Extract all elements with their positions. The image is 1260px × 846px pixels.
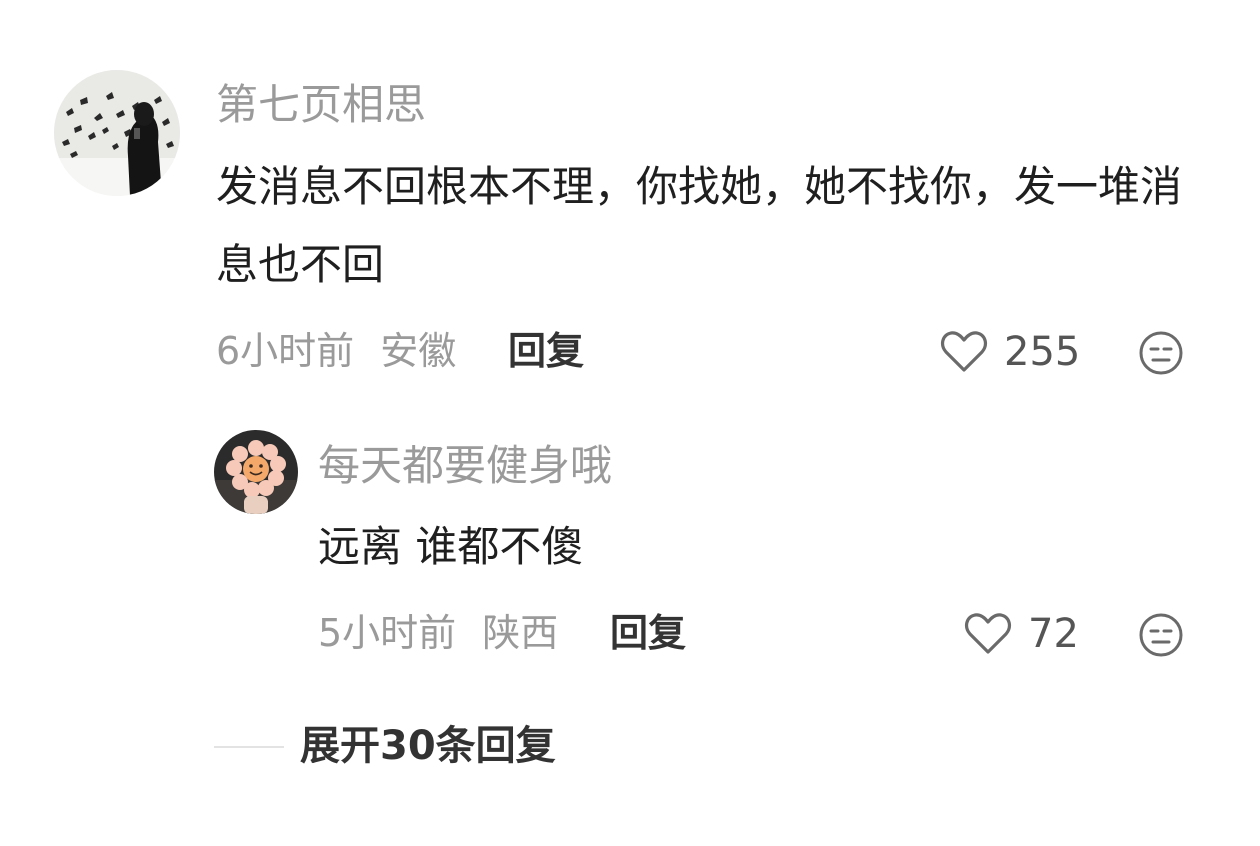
- divider-line: [214, 746, 284, 748]
- heart-outline-icon: [964, 613, 1012, 660]
- reply-button[interactable]: 回复: [508, 328, 584, 374]
- avatar[interactable]: [214, 430, 298, 514]
- comment-time: 6小时前: [216, 329, 355, 373]
- comment-meta: 6小时前 安徽: [216, 328, 456, 374]
- comment-location: 安徽: [380, 329, 457, 373]
- meh-face-icon: [1138, 331, 1184, 380]
- dislike-button[interactable]: [1138, 612, 1184, 662]
- heart-outline-icon: [940, 331, 988, 378]
- like-button[interactable]: [964, 612, 1012, 660]
- expand-replies-button[interactable]: 展开30条回复: [300, 722, 556, 770]
- comment-text: 发消息不回根本不理，你找她，她不找你，发一堆消息也不回: [216, 162, 1183, 289]
- like-count: 72: [1028, 611, 1079, 657]
- avatar[interactable]: [54, 70, 180, 196]
- like-count: 255: [1004, 329, 1081, 375]
- comment-text: 远离 谁都不傻: [318, 522, 584, 571]
- comment-meta: 5小时前 陕西: [318, 610, 558, 656]
- comment-username[interactable]: 每天都要健身哦: [318, 441, 612, 491]
- dislike-button[interactable]: [1138, 330, 1184, 380]
- like-button[interactable]: [940, 330, 988, 378]
- comment-username[interactable]: 第七页相思: [216, 80, 426, 130]
- meh-face-icon: [1138, 613, 1184, 662]
- reply-button[interactable]: 回复: [610, 610, 686, 656]
- comment-time: 5小时前: [318, 611, 457, 655]
- comment-location: 陕西: [482, 611, 559, 655]
